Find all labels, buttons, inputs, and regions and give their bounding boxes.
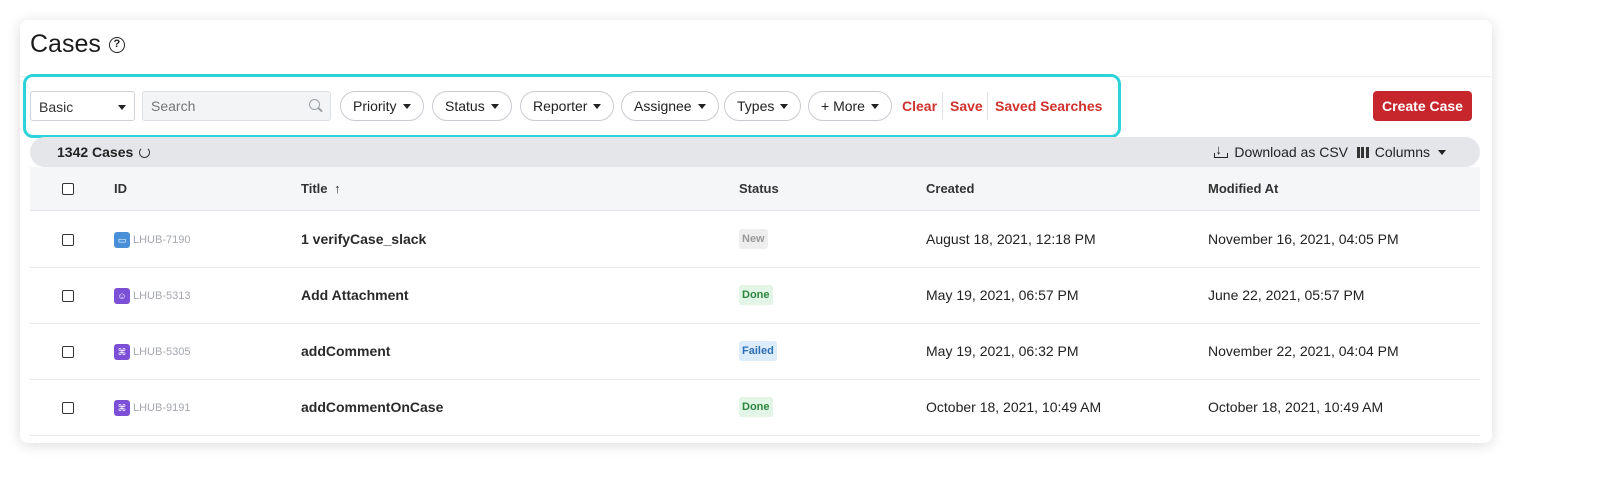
divider <box>987 92 988 120</box>
case-count: 1342 Cases <box>57 144 151 160</box>
user-icon: ☺ <box>114 288 130 304</box>
modified-date: October 18, 2021, 10:49 AM <box>1208 399 1384 415</box>
chevron-down-icon <box>490 103 499 109</box>
save-search-button[interactable]: Save <box>950 98 983 114</box>
saved-searches-button[interactable]: Saved Searches <box>995 98 1102 114</box>
clear-button[interactable]: Clear <box>902 98 937 114</box>
refresh-icon[interactable] <box>139 146 151 158</box>
case-id-cell[interactable]: ▭ LHUB-7190 <box>114 232 190 248</box>
filter-label: Reporter <box>533 98 588 114</box>
chevron-down-icon <box>780 103 789 109</box>
command-icon: ⌘ <box>114 344 130 360</box>
table-row[interactable]: ⌘ LHUB-9191 addCommentOnCase Done Octobe… <box>30 380 1480 436</box>
table-header: ID Title ↑ Status Created Modified At <box>30 167 1480 211</box>
status-badge: Done <box>739 397 773 417</box>
table-row[interactable]: ☺ LHUB-5313 Add Attachment Done May 19, … <box>30 268 1480 324</box>
chevron-down-icon <box>697 103 706 109</box>
filter-label: + More <box>821 98 865 114</box>
command-icon: ⌘ <box>114 400 130 416</box>
status-badge: Done <box>739 285 773 305</box>
case-id: LHUB-9191 <box>133 402 191 414</box>
case-id: LHUB-5305 <box>133 346 191 358</box>
chevron-down-icon <box>402 103 411 109</box>
results-summary-bar: 1342 Cases Download as CSV Columns <box>30 137 1480 167</box>
filter-label: Status <box>445 98 485 114</box>
search-mode-value: Basic <box>39 99 74 115</box>
chat-icon: ▭ <box>114 232 130 248</box>
created-date: May 19, 2021, 06:32 PM <box>926 343 1079 359</box>
create-case-button[interactable]: Create Case <box>1373 91 1472 121</box>
modified-date: June 22, 2021, 05:57 PM <box>1208 287 1365 303</box>
created-date: August 18, 2021, 12:18 PM <box>926 231 1096 247</box>
column-header-id[interactable]: ID <box>114 181 127 196</box>
row-checkbox[interactable] <box>62 290 74 302</box>
cases-card: Cases ? Basic Priority Status Reporter A… <box>20 20 1492 443</box>
page-title-wrap: Cases ? <box>30 30 125 59</box>
help-icon[interactable]: ? <box>108 36 125 53</box>
columns-button[interactable]: Columns <box>1356 144 1446 160</box>
chevron-down-icon <box>1438 149 1446 155</box>
status-badge: Failed <box>739 341 777 361</box>
table-row[interactable]: ⌘ LHUB-5305 addComment Failed May 19, 20… <box>30 324 1480 380</box>
column-title-label: Title <box>301 181 328 196</box>
download-label: Download as CSV <box>1234 144 1348 160</box>
filter-assignee[interactable]: Assignee <box>621 91 719 121</box>
case-id-cell[interactable]: ☺ LHUB-5313 <box>114 288 190 304</box>
row-checkbox[interactable] <box>62 346 74 358</box>
search-icon <box>309 99 320 110</box>
search-mode-select[interactable]: Basic <box>30 91 135 121</box>
columns-label: Columns <box>1374 144 1430 160</box>
column-header-title[interactable]: Title ↑ <box>301 181 341 196</box>
case-title[interactable]: addCommentOnCase <box>301 399 443 415</box>
case-id: LHUB-7190 <box>133 234 191 246</box>
case-id-cell[interactable]: ⌘ LHUB-9191 <box>114 400 190 416</box>
modified-date: November 16, 2021, 04:05 PM <box>1208 231 1399 247</box>
filter-label: Types <box>737 98 775 114</box>
case-title[interactable]: Add Attachment <box>301 287 409 303</box>
select-all-checkbox[interactable] <box>62 183 74 195</box>
case-title[interactable]: addComment <box>301 343 390 359</box>
case-title[interactable]: 1 verifyCase_slack <box>301 231 426 247</box>
page-title: Cases <box>30 30 101 58</box>
filter-status[interactable]: Status <box>432 91 512 121</box>
column-header-modified[interactable]: Modified At <box>1208 181 1278 196</box>
row-checkbox[interactable] <box>62 402 74 414</box>
divider <box>942 92 943 120</box>
filter-more[interactable]: + More <box>808 91 892 121</box>
filter-reporter[interactable]: Reporter <box>520 91 615 121</box>
case-id: LHUB-5313 <box>133 290 191 302</box>
columns-icon <box>1356 146 1369 158</box>
download-csv-button[interactable]: Download as CSV <box>1214 142 1348 160</box>
filter-label: Priority <box>353 98 397 114</box>
chevron-down-icon <box>870 103 879 109</box>
created-date: May 19, 2021, 06:57 PM <box>926 287 1079 303</box>
sort-ascending-icon: ↑ <box>334 181 341 196</box>
modified-date: November 22, 2021, 04:04 PM <box>1208 343 1399 359</box>
filter-priority[interactable]: Priority <box>340 91 424 121</box>
column-header-created[interactable]: Created <box>926 181 974 196</box>
case-count-label: 1342 Cases <box>57 144 134 160</box>
table-row[interactable]: ▭ LHUB-7190 1 verifyCase_slack New Augus… <box>30 212 1480 268</box>
row-checkbox[interactable] <box>62 234 74 246</box>
download-icon <box>1214 142 1229 158</box>
chevron-down-icon <box>118 105 126 110</box>
column-header-status[interactable]: Status <box>739 181 779 196</box>
filter-label: Assignee <box>634 98 692 114</box>
chevron-down-icon <box>593 103 602 109</box>
filter-types[interactable]: Types <box>724 91 802 121</box>
status-badge: New <box>739 229 768 249</box>
case-id-cell[interactable]: ⌘ LHUB-5305 <box>114 344 190 360</box>
search-input[interactable] <box>142 91 331 121</box>
created-date: October 18, 2021, 10:49 AM <box>926 399 1102 415</box>
